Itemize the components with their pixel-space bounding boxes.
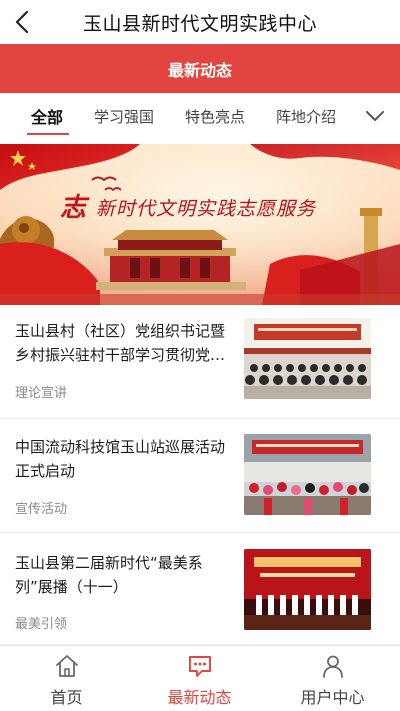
news-thumbnail <box>244 549 371 630</box>
news-category: 宣传活动 <box>15 502 68 517</box>
tabs-more-button[interactable] <box>360 101 390 131</box>
news-thumbnail <box>244 318 371 399</box>
user-icon <box>320 653 346 679</box>
home-icon <box>54 653 80 679</box>
category-tabs: 全部 学习强国 特色亮点 阵地介绍 <box>0 93 400 139</box>
news-headline: 玉山县村（社区）党组织书记暨乡村振兴驻村干部学习贯彻党的二十大精神专题培训班 <box>15 322 226 364</box>
page-title: 玉山县新时代文明实践中心 <box>82 12 317 35</box>
news-headline: 中国流动科技馆玉山站巡展活动正式启动 <box>15 438 226 480</box>
banner-image <box>0 144 400 305</box>
chevron-down-icon <box>366 111 384 121</box>
tab-zhendi-jieshao[interactable]: 阵地介绍 <box>276 93 336 139</box>
message-icon <box>187 653 213 679</box>
news-item[interactable]: 中国流动科技馆玉山站巡展活动正式启动 宣传活动 <box>0 419 400 533</box>
back-button[interactable] <box>6 6 38 38</box>
news-headline: 玉山县第二届新时代“最美系列”展播（十一） <box>15 554 203 596</box>
news-item[interactable]: 玉山县第二届新时代“最美系列”展播（十一） 最美引领 <box>0 533 400 645</box>
news-thumbnail <box>244 434 371 515</box>
nav-home-label: 首页 <box>50 688 83 707</box>
nav-home[interactable]: 首页 <box>0 646 133 711</box>
nav-latest-news[interactable]: 最新动态 <box>133 646 266 711</box>
app-root: 玉山县新时代文明实践中心 最新动态 全部 学习强国 特色亮点 阵地介绍 志 新时… <box>0 0 400 711</box>
active-tab-indicator <box>27 133 69 135</box>
banner-emblem: 志 <box>60 193 87 223</box>
news-category: 理论宣讲 <box>15 386 68 401</box>
tab-xuexi-qiangguo[interactable]: 学习强国 <box>94 93 154 139</box>
nav-user-center-label: 用户中心 <box>300 688 365 707</box>
chevron-left-icon <box>15 11 29 33</box>
section-header: 最新动态 <box>0 44 400 93</box>
nav-user-center[interactable]: 用户中心 <box>266 646 399 711</box>
news-item[interactable]: 玉山县村（社区）党组织书记暨乡村振兴驻村干部学习贯彻党的二十大精神专题培训班 理… <box>0 305 400 419</box>
top-navbar: 玉山县新时代文明实践中心 <box>0 0 400 44</box>
bottom-nav: 首页 最新动态 用户中心 <box>0 645 400 711</box>
banner-title: 新时代文明实践志愿服务 <box>96 198 317 220</box>
nav-latest-news-label: 最新动态 <box>167 688 232 707</box>
news-category: 最美引领 <box>15 617 68 632</box>
tab-tese-liangdian[interactable]: 特色亮点 <box>185 93 245 139</box>
banner[interactable]: 志 新时代文明实践志愿服务 <box>0 144 400 305</box>
